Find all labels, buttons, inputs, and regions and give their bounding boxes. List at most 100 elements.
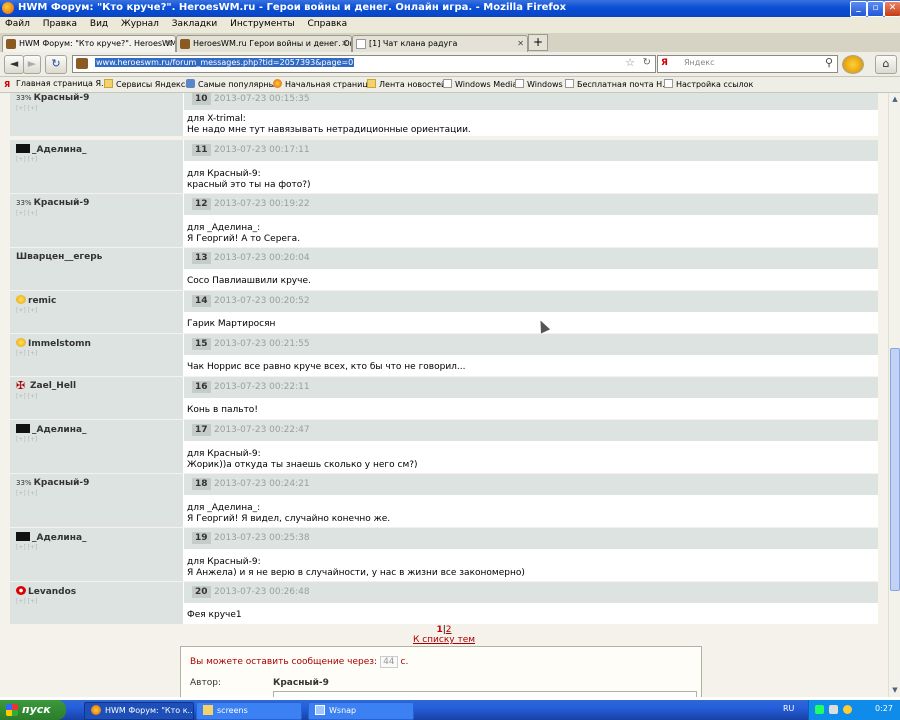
forum-post: remic [+] [+] 14 2013-07-23 00:20:52 Гар… (10, 291, 878, 333)
post-number[interactable]: 18 (192, 478, 211, 490)
forward-button[interactable]: ► (23, 55, 41, 74)
post-author[interactable]: 33% Красный-9 (16, 93, 89, 103)
post-author[interactable]: 33% Красный-9 (16, 198, 89, 208)
tab-forum[interactable]: HWM Форум: "Кто круче?". HeroesWM.... ✕ (2, 35, 176, 53)
scroll-down-icon[interactable]: ▼ (890, 685, 900, 695)
new-tab-button[interactable]: + (528, 34, 548, 51)
bookmark-yandex-services[interactable]: Сервисы Яндекса (104, 79, 190, 89)
post-author[interactable]: Шварцен__егерь (16, 252, 102, 262)
post-number[interactable]: 13 (192, 252, 211, 264)
post-number[interactable]: 14 (192, 295, 211, 307)
window-title: HWM Форум: "Кто круче?". HeroesWM.ru - Г… (18, 2, 567, 13)
post-body-cell: 10 2013-07-23 00:15:35 для X-trimal: Не … (184, 93, 878, 136)
post-author[interactable]: _Аделина_ (16, 144, 87, 155)
language-indicator[interactable]: RU (783, 704, 794, 713)
windows-logo-icon (6, 704, 18, 716)
menu-bookmarks[interactable]: Закладки (167, 17, 223, 29)
pagination: 1|2 К списку тем (0, 625, 888, 645)
reply-author-name: Красный-9 (273, 678, 329, 688)
site-identity-icon (76, 58, 88, 69)
menu-view[interactable]: Вид (85, 17, 113, 29)
url-bar[interactable]: www.heroeswm.ru/forum_messages.php?tid=2… (72, 55, 656, 73)
post-header: 20 2013-07-23 00:26:48 (184, 582, 878, 603)
window-titlebar[interactable]: HWM Форум: "Кто круче?". HeroesWM.ru - Г… (0, 0, 900, 17)
bookmark-windows-media[interactable]: Windows Media (443, 79, 517, 89)
minimize-button[interactable]: _ (850, 1, 867, 17)
network-icon[interactable] (815, 705, 824, 714)
url-text[interactable]: www.heroeswm.ru/forum_messages.php?tid=2… (95, 58, 355, 67)
post-number[interactable]: 19 (192, 532, 211, 544)
post-author[interactable]: ✠ Zael_Hell (16, 380, 76, 391)
menu-tools[interactable]: Инструменты (225, 17, 299, 29)
folder-icon (203, 705, 213, 715)
clock[interactable]: 0:27 (875, 704, 893, 713)
red-emblem-icon (16, 586, 26, 595)
search-bar[interactable]: Я Яндекс ⚲ (657, 55, 838, 73)
taskbar-wsnap[interactable]: Wsnap (308, 702, 414, 720)
tab-heroeswm[interactable]: HeroesWM.ru Герои войны и денег. Он... ✕ (176, 35, 352, 52)
addon-smiley-icon[interactable] (842, 55, 864, 74)
post-author[interactable]: Levandos (16, 586, 76, 597)
post-text-line: Я Георгий! Я видел, случайно конечно же. (187, 514, 391, 524)
page-scrollbar[interactable]: ▲ ▼ (888, 93, 900, 697)
volume-icon[interactable] (829, 705, 838, 714)
back-button[interactable]: ◄ (4, 55, 24, 74)
menu-help[interactable]: Справка (302, 17, 352, 29)
reload-icon[interactable]: ↻ (45, 55, 67, 74)
tab-clan-chat[interactable]: [1] Чат клана радуга ✕ (352, 35, 528, 52)
post-number[interactable]: 20 (192, 586, 211, 598)
post-number[interactable]: 11 (192, 144, 211, 156)
bookmark-most-popular[interactable]: Самые популярные (186, 79, 280, 89)
tab-close-icon[interactable]: ✕ (517, 36, 524, 52)
post-author[interactable]: _Аделина_ (16, 424, 87, 435)
taskbar-firefox[interactable]: HWM Форум: "Кто к... (84, 702, 194, 720)
scrollbar-thumb[interactable] (890, 348, 900, 591)
bookmark-star-icon[interactable]: ☆ (625, 56, 635, 69)
bookmark-windows[interactable]: Windows (515, 79, 563, 89)
taskbar-screens-folder[interactable]: screens (196, 702, 302, 720)
post-author[interactable]: Immelstomn (16, 338, 91, 349)
post-header: 13 2013-07-23 00:20:04 (184, 248, 878, 269)
bookmark-start-page[interactable]: Начальная страница (273, 79, 373, 89)
post-number[interactable]: 16 (192, 381, 211, 393)
post-author-cell: Levandos [+] [+] (10, 582, 184, 624)
menu-edit[interactable]: Правка (38, 17, 82, 29)
go-reload-icon[interactable]: ↻ (643, 57, 651, 68)
tray-app-icon[interactable] (843, 705, 852, 714)
reply-text-input[interactable] (273, 691, 697, 697)
post-author-cell: 33% Красный-9 [+] [+] (10, 93, 184, 136)
back-to-topics-link[interactable]: К списку тем (413, 635, 475, 645)
start-button[interactable]: пуск (0, 700, 66, 720)
post-text-line: для _Аделина_: (187, 503, 261, 513)
post-number[interactable]: 10 (192, 93, 211, 105)
close-button[interactable]: ✕ (884, 1, 900, 17)
home-button[interactable]: ⌂ (875, 55, 897, 74)
post-text-line: Я Георгий! А то Серега. (187, 234, 301, 244)
post-author[interactable]: remic (16, 295, 56, 306)
rss-folder-icon (367, 79, 376, 88)
scroll-up-icon[interactable]: ▲ (890, 94, 900, 104)
tab-close-icon[interactable]: ✕ (165, 36, 172, 52)
post-date: 2013-07-23 00:22:11 (214, 382, 310, 392)
post-author-stats: [+] [+] (16, 436, 38, 443)
post-text-line: для Красный-9: (187, 449, 261, 459)
hwm-favicon-icon (180, 39, 190, 49)
search-icon[interactable]: ⚲ (825, 56, 833, 69)
post-author[interactable]: _Аделина_ (16, 532, 87, 543)
post-author-stats: [+] [+] (16, 544, 38, 551)
bookmark-news-feed[interactable]: Лента новостей (367, 79, 446, 89)
menu-file[interactable]: Файл (0, 17, 35, 29)
post-number[interactable]: 12 (192, 198, 211, 210)
post-number[interactable]: 15 (192, 338, 211, 350)
post-number[interactable]: 17 (192, 424, 211, 436)
maximize-button[interactable]: ▫ (867, 1, 884, 17)
menu-history[interactable]: Журнал (116, 17, 164, 29)
bookmark-yandex-home[interactable]: Я Главная страница Я... (4, 79, 109, 89)
tab-close-icon[interactable]: ✕ (341, 36, 348, 52)
bookmark-link-settings[interactable]: Настройка ссылок (664, 79, 753, 89)
page-link-2[interactable]: 2 (446, 625, 452, 635)
post-author[interactable]: 33% Красный-9 (16, 478, 89, 488)
bookmark-free-mail[interactable]: Бесплатная почта Н... (565, 79, 670, 89)
post-date: 2013-07-23 00:22:47 (214, 425, 310, 435)
camera-icon (315, 705, 325, 715)
